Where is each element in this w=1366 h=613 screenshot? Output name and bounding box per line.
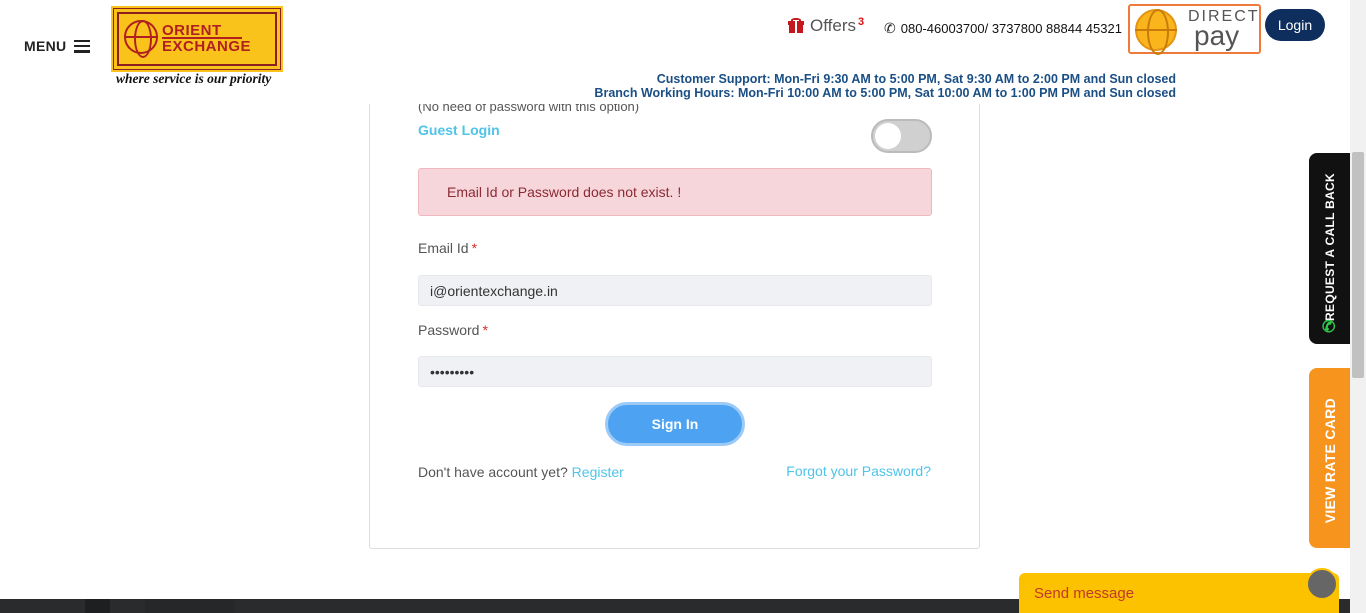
gift-icon	[788, 18, 804, 33]
page-scrollbar[interactable]	[1350, 0, 1366, 613]
offers-link[interactable]: Offers 3	[788, 16, 864, 36]
email-label: Email Id *	[418, 240, 478, 256]
chat-widget[interactable]: Send message	[1019, 568, 1339, 613]
password-input[interactable]	[418, 356, 932, 387]
guest-login-toggle[interactable]	[871, 119, 932, 153]
site-header: MENU ORIENT EXCHANGE where service is ou…	[0, 0, 1350, 104]
email-input[interactable]	[418, 275, 932, 306]
globe-icon	[124, 20, 158, 58]
sign-in-button[interactable]: Sign In	[605, 402, 745, 446]
direct-pay-logo[interactable]: DIRECT pay	[1128, 4, 1261, 55]
phone-contact: ✆ 080-46003700/ 3737800 88844 45321	[884, 20, 1122, 37]
phone-icon: ✆	[884, 20, 896, 36]
direct-pay-pay-text: pay	[1194, 20, 1240, 51]
view-rate-card-label: VIEW RATE CARD	[1321, 398, 1338, 524]
orient-exchange-logo[interactable]: ORIENT EXCHANGE	[111, 6, 283, 72]
password-label: Password *	[418, 322, 488, 338]
login-card: (No need of password with this option) G…	[369, 60, 980, 549]
menu-button[interactable]: MENU	[24, 38, 91, 54]
no-account-text: Don't have account yet?	[418, 464, 568, 480]
login-button[interactable]: Login	[1265, 9, 1325, 41]
error-alert: Email Id or Password does not exist. !	[418, 168, 932, 216]
offers-label: Offers	[810, 16, 856, 35]
phone-icon: ✆	[1322, 319, 1336, 336]
guest-login-label: Guest Login	[418, 122, 500, 138]
register-link[interactable]: Register	[572, 464, 624, 480]
forgot-password-link[interactable]: Forgot your Password?	[786, 463, 931, 479]
chat-avatar	[1306, 568, 1338, 600]
view-rate-card-tab[interactable]: VIEW RATE CARD	[1309, 368, 1350, 548]
support-line-branch: Branch Working Hours: Mon-Fri 10:00 AM t…	[594, 86, 1176, 100]
logo-text-exchange: EXCHANGE	[162, 38, 252, 55]
request-callback-tab[interactable]: REQUEST A CALL BACK ✆	[1309, 153, 1350, 344]
send-message-label: Send message	[1034, 585, 1135, 602]
register-prompt: Don't have account yet? Register	[418, 464, 624, 480]
menu-label: MENU	[24, 38, 67, 54]
support-line-customer: Customer Support: Mon-Fri 9:30 AM to 5:0…	[656, 72, 1176, 86]
phone-number: 080-46003700/ 3737800 88844 45321	[900, 21, 1122, 36]
support-hours: Customer Support: Mon-Fri 9:30 AM to 5:0…	[594, 72, 1176, 100]
hamburger-icon	[74, 39, 91, 53]
coin-icon	[1135, 9, 1177, 55]
scrollbar-thumb[interactable]	[1352, 152, 1364, 378]
request-callback-label: REQUEST A CALL BACK	[1322, 173, 1337, 321]
offers-count-badge: 3	[857, 16, 865, 28]
tagline: where service is our priority	[116, 71, 272, 86]
